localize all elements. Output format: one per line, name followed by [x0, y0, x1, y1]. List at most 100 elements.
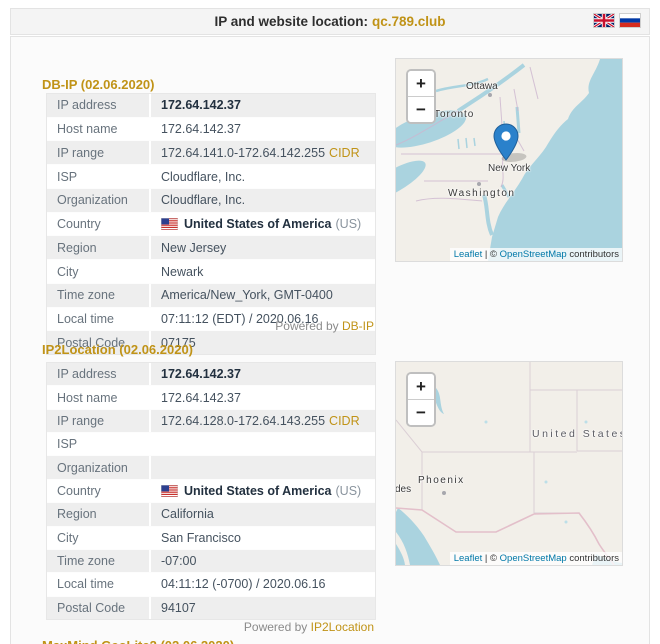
location-pin-icon: [493, 123, 519, 161]
leaflet-link[interactable]: Leaflet: [454, 553, 483, 564]
cell-value: United States of America: [184, 483, 332, 498]
row-label: Region: [47, 503, 151, 526]
row-value: 172.64.141.0-172.64.142.255 CIDR: [151, 146, 360, 160]
table-row: Host name 172.64.142.37: [47, 385, 375, 409]
map-label-washington: Washington: [448, 188, 516, 199]
cell-value: -07:00: [161, 554, 197, 569]
page-title-text: IP and website location:: [214, 14, 368, 29]
zoom-out-button[interactable]: −: [408, 96, 434, 122]
table-row: Organization Cloudflare, Inc.: [47, 187, 375, 212]
table-row: City San Francisco: [47, 525, 375, 549]
powered-by-ip2location: Powered by IP2Location: [46, 620, 374, 634]
row-label: IP range: [47, 409, 151, 433]
row-label: IP address: [47, 94, 151, 117]
table-row: Local time 04:11:12 (-0700) / 2020.06.16: [47, 572, 375, 596]
map-label-ottawa: Ottawa: [466, 81, 498, 92]
content-panel: DB-IP (02.06.2020) IP address 172.64.142.…: [10, 36, 650, 644]
section-title-maxmind-partial[interactable]: MaxMind GeoLite2 (02.06.2020): [42, 638, 234, 644]
cell-value: California: [161, 507, 214, 522]
table-row: Region California: [47, 502, 375, 526]
zoom-out-button[interactable]: −: [408, 399, 434, 425]
cell-value: 172.64.142.37: [161, 367, 241, 382]
table-row: ISP: [47, 432, 375, 456]
map-dbip[interactable]: Ottawa Toronto New York Washington + − L…: [395, 58, 623, 262]
osm-link[interactable]: OpenStreetMap: [500, 249, 567, 260]
cell-value: 172.64.141.0-172.64.142.255: [161, 145, 326, 160]
cidr-link[interactable]: CIDR: [329, 414, 360, 428]
lang-english-flag-icon[interactable]: [593, 13, 615, 28]
dbip-link[interactable]: DB-IP: [342, 319, 374, 333]
table-row: Organization: [47, 455, 375, 479]
zoom-in-button[interactable]: +: [408, 374, 434, 399]
row-label: Local time: [47, 573, 151, 596]
row-label: Organization: [47, 188, 151, 212]
osm-link[interactable]: OpenStreetMap: [500, 553, 567, 564]
zoom-control: + −: [406, 372, 436, 427]
cidr-link[interactable]: CIDR: [329, 146, 360, 160]
row-value: 172.64.128.0-172.64.143.255 CIDR: [151, 414, 360, 428]
row-value: 04:11:12 (-0700) / 2020.06.16: [151, 577, 325, 591]
attribution-contributors: contributors: [566, 249, 619, 260]
row-label: City: [47, 526, 151, 549]
row-label: Country: [47, 479, 151, 503]
domain-link[interactable]: qc.789.club: [372, 14, 446, 29]
table-row: Country United States of America (US): [47, 211, 375, 236]
cell-value: San Francisco: [161, 530, 241, 545]
table-row: Country United States of America (US): [47, 478, 375, 503]
ip2location-info-table: IP address 172.64.142.37 Host name 172.64.1…: [46, 362, 376, 620]
row-label: Organization: [47, 456, 151, 479]
table-row: IP range 172.64.128.0-172.64.143.255 CIDR: [47, 408, 375, 433]
cell-value: New Jersey: [161, 240, 227, 255]
table-row: City Newark: [47, 259, 375, 283]
row-value: United States of America (US): [151, 217, 361, 231]
row-value: 94107: [151, 601, 196, 615]
map-label-toronto: Toronto: [434, 109, 475, 120]
row-label: Time zone: [47, 283, 151, 307]
section-title-dbip[interactable]: DB-IP (02.06.2020): [42, 77, 155, 92]
table-row: IP address 172.64.142.37: [47, 363, 375, 386]
table-row: Time zone America/New_York, GMT-0400: [47, 282, 375, 307]
map-attribution: Leaflet | © OpenStreetMap contributors: [449, 552, 622, 565]
row-label: IP address: [47, 363, 151, 386]
row-value: 172.64.142.37: [151, 122, 241, 136]
section-title-ip2location[interactable]: IP2Location (02.06.2020): [42, 342, 193, 357]
row-label: Host name: [47, 117, 151, 141]
us-flag-icon: [161, 484, 178, 497]
table-row: Postal Code 94107: [47, 595, 375, 619]
ip2location-link[interactable]: IP2Location: [311, 620, 374, 634]
cell-value: Cloudflare, Inc.: [161, 169, 246, 184]
row-value: America/New_York, GMT-0400: [151, 288, 333, 302]
table-row: Time zone -07:00: [47, 548, 375, 573]
powered-by-text: Powered by: [243, 620, 308, 634]
row-value: Cloudflare, Inc.: [151, 193, 245, 207]
row-value: 172.64.142.37: [151, 391, 241, 405]
row-value: Cloudflare, Inc.: [151, 170, 245, 184]
row-value: United States of America (US): [151, 484, 361, 498]
row-label: Postal Code: [47, 596, 151, 619]
row-label: IP range: [47, 141, 151, 165]
table-row: IP range 172.64.141.0-172.64.142.255 CIDR: [47, 140, 375, 165]
map-label-united-states: United States: [532, 428, 623, 440]
attribution-separator: | ©: [482, 249, 500, 260]
row-value: San Francisco: [151, 531, 241, 545]
row-value: Newark: [151, 265, 203, 279]
table-row: Region New Jersey: [47, 235, 375, 260]
row-label: Country: [47, 212, 151, 236]
cell-value: America/New_York, GMT-0400: [161, 288, 333, 303]
lang-russian-flag-icon[interactable]: [619, 13, 641, 28]
row-label: ISP: [47, 165, 151, 188]
cell-value: 172.64.142.37: [161, 390, 241, 405]
row-label: ISP: [47, 433, 151, 456]
dbip-info-table: IP address 172.64.142.37 Host name 172.64.1…: [46, 93, 376, 355]
zoom-in-button[interactable]: +: [408, 71, 434, 96]
row-label: Time zone: [47, 549, 151, 573]
map-ip2location[interactable]: United States Phoenix des + − Leaflet | …: [395, 361, 623, 566]
language-switcher: [593, 13, 641, 28]
table-row: ISP Cloudflare, Inc.: [47, 164, 375, 188]
powered-by-dbip: Powered by DB-IP: [46, 319, 374, 333]
leaflet-link[interactable]: Leaflet: [454, 249, 483, 260]
cell-value: 172.64.142.37: [161, 98, 241, 113]
attribution-contributors: contributors: [566, 553, 619, 564]
row-value: 172.64.142.37: [151, 367, 241, 381]
map-label-new-york: New York: [488, 163, 531, 174]
